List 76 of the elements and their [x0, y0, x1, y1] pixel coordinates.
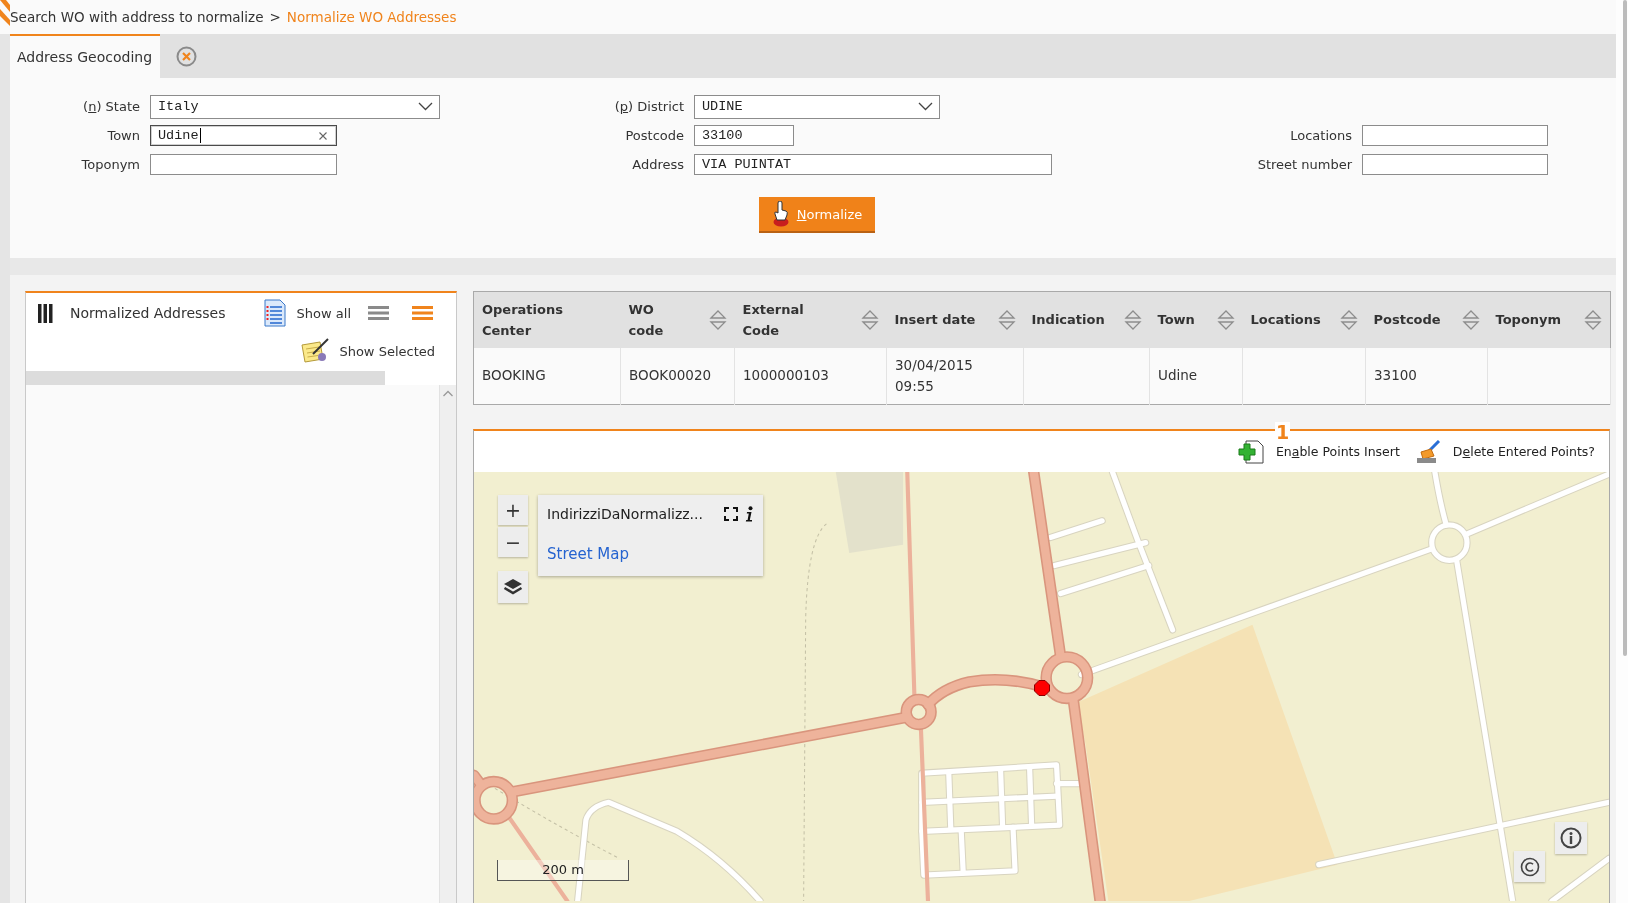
table-cell: BOOK00020 — [620, 347, 735, 405]
breadcrumb-separator: > — [269, 9, 281, 25]
copyright-icon — [1519, 856, 1540, 877]
layers-button[interactable] — [498, 571, 528, 603]
chevron-down-icon — [918, 102, 933, 111]
sort-icon[interactable] — [1461, 308, 1480, 331]
clear-icon[interactable] — [319, 131, 327, 140]
layer-name: IndirizziDaNormalizz... — [547, 506, 703, 522]
column-header[interactable]: Town — [1149, 291, 1243, 348]
layers-icon — [503, 578, 523, 596]
columns-icon[interactable] — [38, 303, 53, 323]
info-button[interactable] — [1555, 822, 1587, 854]
notepad-pen-icon[interactable] — [301, 338, 330, 364]
text-cursor-icon — [199, 128, 201, 143]
zoom-in-button[interactable]: + — [498, 495, 528, 525]
delete-points-link[interactable]: Delete Entered Points? — [1414, 439, 1595, 464]
field-label: Address — [632, 157, 685, 172]
step-number: 1 — [1274, 421, 1291, 442]
column-header[interactable]: Postcode — [1365, 291, 1488, 348]
breadcrumb-link[interactable]: Search WO with address to normalize — [10, 9, 264, 25]
table-cell: 1000000103 — [734, 347, 887, 405]
document-list-icon[interactable] — [262, 299, 287, 327]
show-selected-link[interactable]: Show Selected — [339, 343, 435, 359]
field-label: Street number — [1257, 157, 1353, 172]
field-label: (n) State — [83, 99, 141, 114]
table-cell: 33100 — [1365, 347, 1488, 405]
column-header[interactable]: WO code — [620, 291, 735, 348]
zoom-out-button[interactable]: − — [498, 527, 528, 557]
chevron-down-icon — [418, 102, 433, 111]
text-field[interactable] — [1362, 154, 1548, 175]
sort-icon[interactable] — [1123, 308, 1142, 331]
field-label: Town — [107, 128, 141, 143]
field-label: Postcode — [625, 128, 685, 143]
text-field[interactable] — [1362, 125, 1548, 146]
table-cell: 30/04/2015 09:55 — [886, 347, 1024, 405]
tab[interactable]: Address Geocoding — [10, 34, 161, 78]
field-label: (p) District — [614, 99, 685, 114]
show-all-link[interactable]: Show all — [296, 305, 351, 321]
field-label: Locations — [1290, 128, 1353, 143]
sort-icon[interactable] — [860, 308, 879, 331]
scale-bar: 200 m — [497, 860, 629, 881]
close-icon[interactable] — [176, 45, 198, 67]
text-field[interactable]: Udine — [150, 125, 337, 146]
list-scrollbar[interactable] — [439, 385, 456, 903]
text-field[interactable]: VIA PUINTAT — [694, 154, 1052, 175]
attribution-button[interactable] — [1514, 851, 1545, 882]
info-icon[interactable] — [745, 506, 753, 522]
panel-title: Normalized Addresses — [70, 305, 226, 321]
page-scrollbar[interactable] — [1623, 0, 1627, 656]
sort-icon[interactable] — [1216, 308, 1235, 331]
text-field[interactable] — [150, 154, 337, 175]
text-field[interactable]: 33100 — [694, 125, 794, 146]
column-header[interactable]: Locations — [1242, 291, 1366, 348]
expand-icon[interactable] — [724, 507, 738, 521]
broom-icon — [1414, 439, 1441, 464]
dropdown-field[interactable]: UDINE — [694, 94, 940, 119]
column-header[interactable]: Indication — [1023, 291, 1150, 348]
column-header[interactable]: Toponym — [1487, 291, 1611, 348]
enable-points-link[interactable]: Enable Points Insert — [1237, 439, 1400, 464]
list-view-icon[interactable] — [412, 306, 433, 320]
column-header[interactable]: External Code — [734, 291, 887, 348]
corner-stripes-icon — [0, 0, 10, 26]
table-cell: Udine — [1149, 347, 1243, 405]
field-label: Toponym — [81, 157, 141, 172]
column-header: Operations Center — [473, 291, 621, 348]
base-map-link[interactable]: Street Map — [547, 545, 629, 563]
plus-document-icon — [1237, 439, 1264, 464]
dropdown-field[interactable]: Italy — [150, 94, 440, 119]
sort-icon[interactable] — [1339, 308, 1358, 331]
sort-icon[interactable] — [1584, 308, 1602, 331]
list-view-icon[interactable] — [368, 306, 389, 320]
info-icon — [1560, 827, 1582, 849]
table-cell: BOOKING — [473, 347, 621, 405]
sort-icon[interactable] — [997, 308, 1016, 331]
sort-icon[interactable] — [708, 308, 727, 331]
column-header[interactable]: Insert date — [886, 291, 1024, 348]
